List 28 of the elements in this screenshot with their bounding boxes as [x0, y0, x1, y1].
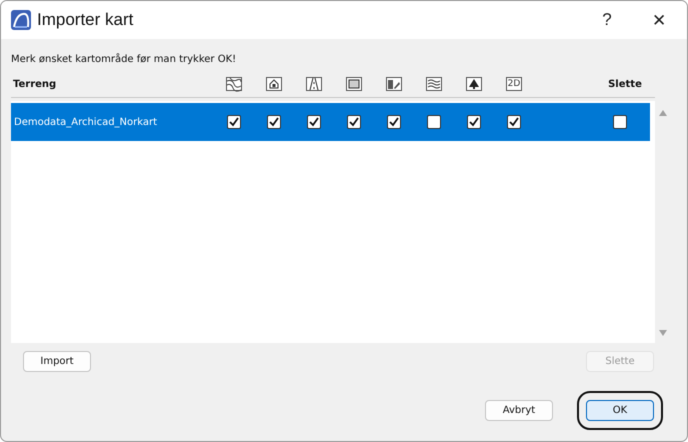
row-name: Demodata_Archicad_Norkart: [13, 116, 158, 128]
column-header: Slette: [607, 78, 643, 90]
checkbox[interactable]: [427, 115, 441, 129]
checkbox[interactable]: [387, 115, 401, 129]
contour-lines-icon: [225, 76, 243, 92]
house-icon: [265, 76, 283, 92]
app-logo-icon: [11, 10, 31, 30]
tree-icon: [465, 76, 483, 92]
column-header: 2D: [506, 77, 522, 91]
checkbox[interactable]: [507, 115, 521, 129]
checkbox[interactable]: [267, 115, 281, 129]
checkbox[interactable]: [613, 115, 627, 129]
wall-icon: [345, 76, 363, 92]
window-title: Importer kart: [37, 10, 134, 30]
checkbox[interactable]: [467, 115, 481, 129]
checkbox[interactable]: [347, 115, 361, 129]
checkbox[interactable]: [227, 115, 241, 129]
close-button[interactable]: ✕: [633, 1, 685, 39]
road-icon: [305, 76, 323, 92]
instruction-text: Merk ønsket kartområde før man trykker OK!: [11, 54, 238, 67]
column-header: Terreng: [12, 78, 58, 90]
checkbox[interactable]: [307, 115, 321, 129]
cancel-button[interactable]: Avbryt: [485, 400, 553, 421]
plot-icon: [385, 76, 403, 92]
table-row[interactable]: Demodata_Archicad_Norkart: [11, 103, 650, 141]
help-button[interactable]: ?: [581, 1, 633, 39]
waves-icon: [425, 76, 443, 92]
import-button[interactable]: Import: [23, 351, 91, 372]
